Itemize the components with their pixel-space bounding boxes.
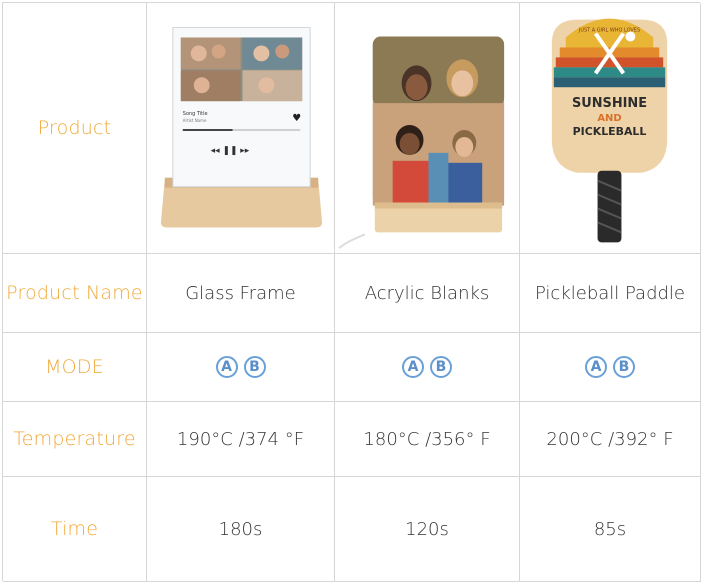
mode-b-badge: B (430, 356, 452, 378)
temperature-value: 200°C /392° F (546, 428, 674, 450)
acrylic-blanks-time-cell: 120s (335, 477, 520, 582)
product-spec-table: Product Song Title Artist Name ♥ ◂◂ ❚❚ ▸… (2, 2, 701, 582)
time-value: 85s (593, 518, 627, 540)
time-value: 120s (405, 518, 449, 540)
pickleball-paddle-image-cell: JUST A GIRL WHO LOVES SUNSHINE AND PICKL… (520, 3, 701, 254)
mode-b-badge: B (243, 356, 266, 378)
product-name-value: Pickleball Paddle (534, 282, 686, 304)
paddle-small-text: JUST A GIRL WHO LOVES (578, 27, 640, 33)
pickleball-paddle-image: JUST A GIRL WHO LOVES SUNSHINE AND PICKL… (551, 18, 668, 242)
paddle-pickleball-text: PICKLEBALL (573, 124, 647, 137)
acrylic-blanks-image (338, 36, 505, 249)
glass-frame-image: Song Title Artist Name ♥ ◂◂ ❚❚ ▸▸ (160, 26, 323, 227)
header-product-name: Product Name (3, 254, 147, 333)
acrylic-blanks-name-cell: Acrylic Blanks (335, 254, 520, 333)
pickleball-paddle-temperature-cell: 200°C /392° F (520, 402, 701, 477)
mode-a-badge: A (215, 356, 238, 378)
header-temperature: Temperature (3, 402, 147, 477)
glass-frame-mode-cell: A B (147, 333, 335, 402)
artist-name-text: Artist Name (183, 118, 207, 123)
header-time: Time (3, 477, 147, 582)
heart-icon: ♥ (292, 113, 301, 124)
pickleball-paddle-time-cell: 85s (520, 477, 701, 582)
product-name-label: Product Name (6, 282, 143, 304)
paddle-sunshine-text: SUNSHINE (572, 96, 647, 111)
acrylic-blanks-image-cell (335, 3, 520, 254)
glass-frame-image-cell: Song Title Artist Name ♥ ◂◂ ❚❚ ▸▸ (147, 3, 335, 254)
glass-frame-temperature-cell: 190°C /374 °F (147, 402, 335, 477)
player-controls-icon: ◂◂ ❚❚ ▸▸ (211, 145, 250, 155)
paddle-and-text: AND (597, 113, 621, 124)
glass-frame-name-cell: Glass Frame (147, 254, 335, 333)
pickleball-paddle-mode-cell: A B (520, 333, 701, 402)
header-product: Product (3, 3, 147, 254)
temperature-label: Temperature (13, 428, 136, 450)
mode-b-badge: B (613, 356, 635, 378)
time-value: 180s (218, 518, 263, 540)
mode-a-badge: A (585, 356, 607, 378)
product-name-value: Acrylic Blanks (364, 282, 490, 304)
product-name-value: Glass Frame (185, 282, 296, 304)
product-label: Product (37, 117, 112, 139)
time-label: Time (50, 518, 99, 540)
temperature-value: 180°C /356° F (363, 428, 491, 450)
mode-label: MODE (45, 356, 104, 378)
mode-a-badge: A (402, 356, 424, 378)
song-title-text: Song Title (183, 111, 208, 117)
header-mode: MODE (3, 333, 147, 402)
glass-frame-time-cell: 180s (147, 477, 335, 582)
acrylic-blanks-temperature-cell: 180°C /356° F (335, 402, 520, 477)
temperature-value: 190°C /374 °F (176, 428, 305, 450)
pickleball-paddle-name-cell: Pickleball Paddle (520, 254, 701, 333)
acrylic-blanks-mode-cell: A B (335, 333, 520, 402)
